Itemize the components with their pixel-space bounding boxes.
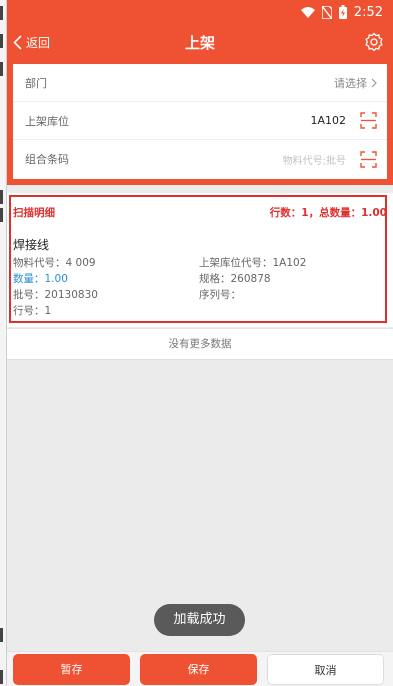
action-bar: 暂存 保存 取消 (7, 651, 393, 686)
edge-mark (0, 6, 3, 20)
back-button[interactable]: 返回 (13, 24, 50, 60)
edge-mark (0, 34, 3, 48)
toast-message: 加载成功 (154, 604, 245, 636)
combo-barcode-input[interactable]: 物料代号;批号 (283, 152, 346, 167)
list-end-text: 没有更多数据 (7, 328, 393, 360)
title-bar: 返回 上架 (7, 24, 393, 60)
cancel-button[interactable]: 取消 (267, 654, 384, 685)
scan-icon[interactable] (360, 150, 377, 168)
save-button[interactable]: 保存 (140, 654, 257, 685)
combo-barcode-row: 组合条码 物料代号;批号 (13, 140, 387, 178)
location-value[interactable]: 1A102 (310, 114, 346, 127)
department-label: 部门 (25, 76, 47, 90)
edge-mark (0, 208, 3, 222)
form-card: 部门 请选择 上架库位 1A102 组合条码 物料代号;批号 (13, 64, 387, 179)
combo-barcode-label: 组合条码 (25, 153, 69, 166)
battery-icon (338, 5, 347, 19)
gear-icon[interactable] (364, 32, 384, 52)
edge-mark (0, 628, 3, 642)
pause-button[interactable]: 暂存 (13, 654, 130, 685)
edge-mark (0, 62, 3, 76)
left-edge-strip (0, 0, 7, 686)
location-label: 上架库位 (25, 114, 69, 128)
chevron-right-icon (371, 78, 377, 87)
status-time: 2:52 (353, 4, 383, 20)
scan-detail-section: 扫描明细 行数：1，总数量：1.00 焊接线 物料代号：4 009 上架库位代号… (7, 193, 393, 327)
wifi-icon (300, 6, 315, 18)
no-sim-icon (321, 5, 332, 19)
back-label: 返回 (26, 35, 51, 50)
department-row[interactable]: 部门 请选择 (13, 64, 387, 102)
highlight-box (9, 195, 387, 323)
status-bar: 2:52 (7, 0, 393, 24)
edge-mark (0, 670, 3, 684)
scan-icon[interactable] (360, 112, 377, 129)
form-panel: 部门 请选择 上架库位 1A102 组合条码 物料代号;批号 (7, 60, 393, 185)
app-screen: 2:52 返回 上架 部门 请选择 上架库位 1A102 组合条码 物料代号;批… (7, 0, 393, 686)
location-row: 上架库位 1A102 (13, 102, 387, 140)
department-value: 请选择 (334, 76, 367, 90)
department-select[interactable]: 请选择 (334, 75, 377, 91)
chevron-left-icon (13, 34, 22, 50)
edge-mark (0, 190, 3, 204)
spacer (7, 185, 393, 193)
page-title: 上架 (184, 33, 215, 52)
